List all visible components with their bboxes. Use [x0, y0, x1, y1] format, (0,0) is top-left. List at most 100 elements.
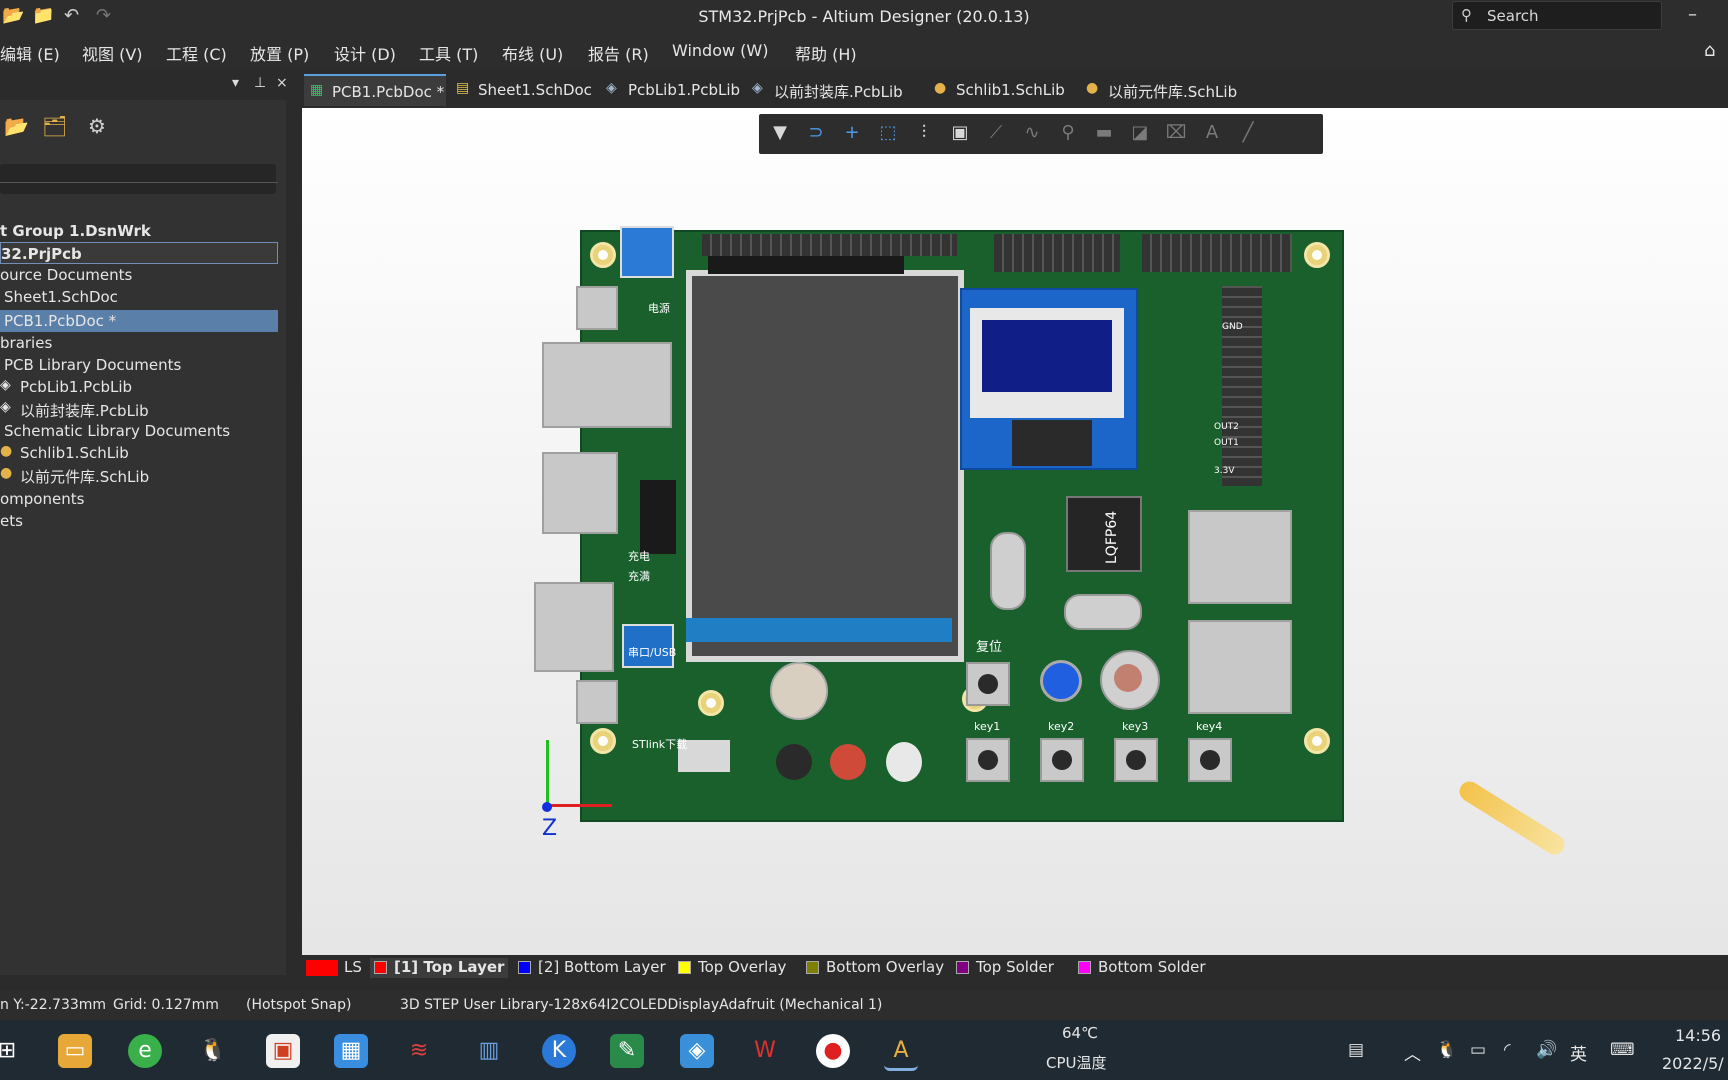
key2-button[interactable] [1040, 738, 1084, 782]
length-tune-icon[interactable]: ∿ [1019, 122, 1045, 146]
layer-bottom-solder[interactable]: Bottom Solder [1074, 958, 1210, 978]
clock-date[interactable]: 2022/5/ [1662, 1054, 1724, 1073]
tree-item-source-documents[interactable]: ource Documents [0, 264, 278, 286]
tree-item-old-schlib[interactable]: ● 以前元件库.SchLib [0, 464, 278, 486]
layer-top-overlay[interactable]: Top Overlay [674, 958, 792, 978]
snap-icon[interactable]: ⊃ [803, 122, 829, 146]
line-icon[interactable]: ╱ [1235, 122, 1261, 146]
select-rect-icon[interactable]: ⬚ [875, 122, 901, 146]
chevron-up-icon[interactable]: ︿ [1404, 1040, 1421, 1065]
keepout-icon[interactable]: ⌧ [1163, 122, 1189, 146]
app-icon[interactable]: ▣ [266, 1034, 300, 1068]
key3-button[interactable] [1114, 738, 1158, 782]
wps-icon[interactable]: W [748, 1034, 782, 1068]
tree-item-libraries[interactable]: braries [0, 332, 278, 354]
wifi-icon[interactable]: ◜ [1504, 1040, 1511, 1060]
app-icon[interactable]: ≋ [402, 1034, 436, 1068]
tree-item-pcb1[interactable]: PCB1.PcbDoc * [0, 310, 278, 332]
menu-project[interactable]: 工程 (C) [166, 41, 227, 65]
reset-button[interactable] [966, 662, 1010, 706]
align-icon[interactable]: ⫶ [911, 122, 937, 146]
route-icon[interactable]: ⟋ [983, 122, 1009, 146]
panel-menu-icon[interactable]: ▾ [232, 75, 239, 91]
label-power: 电源 [648, 302, 670, 315]
battery-icon[interactable]: ▭ [1470, 1040, 1486, 1060]
volume-icon[interactable]: 🔊 [1536, 1040, 1557, 1060]
via-icon[interactable]: ⚲ [1055, 122, 1081, 146]
fill-icon[interactable]: ▬ [1091, 122, 1117, 146]
menu-view[interactable]: 视图 (V) [82, 41, 143, 65]
z-axis [542, 802, 552, 812]
tab-old-pcblib[interactable]: ◈ 以前封装库.PcbLib [746, 74, 924, 104]
project-options-icon[interactable]: 🗂 [42, 114, 67, 138]
menu-help[interactable]: 帮助 (H) [795, 41, 857, 65]
pcb-3d-canvas[interactable]: ▼ ⊃ + ⬚ ⫶ ▣ ⟋ ∿ ⚲ ▬ ◪ ⌧ A ╱ LQFP64 电源 充电… [302, 108, 1728, 955]
bottom-overlay-swatch [806, 961, 819, 974]
tree-item-pcblib1[interactable]: ◈ PcbLib1.PcbLib [0, 376, 278, 398]
layer-bottom[interactable]: [2] Bottom Layer [514, 958, 666, 978]
key4-button[interactable] [1188, 738, 1232, 782]
power-switch[interactable] [620, 226, 674, 278]
tab-pcblib1[interactable]: ◈ PcbLib1.PcbLib [600, 74, 746, 104]
panel-search-input[interactable] [0, 164, 276, 194]
news-icon[interactable]: ▤ [1348, 1040, 1364, 1060]
record-icon[interactable]: ● [816, 1034, 850, 1068]
tab-old-schlib[interactable]: ● 以前元件库.SchLib [1080, 74, 1260, 104]
tab-pcb1[interactable]: ▦ PCB1.PcbDoc * [304, 74, 446, 106]
qq-icon[interactable]: 🐧 [196, 1034, 230, 1068]
tree-item-nets[interactable]: ets [0, 510, 278, 532]
minimize-button[interactable]: – [1688, 4, 1697, 25]
home-icon[interactable]: ⌂ [1704, 40, 1715, 61]
panel-close-icon[interactable]: × [276, 75, 288, 91]
text-icon[interactable]: A [1199, 122, 1225, 146]
layer-top-solder[interactable]: Top Solder [952, 958, 1064, 978]
tree-item-schematic-library-docs[interactable]: Schematic Library Documents [0, 420, 278, 442]
filter-icon[interactable]: ▼ [767, 122, 793, 146]
project-add-icon[interactable]: 📂 [4, 114, 29, 138]
browser-icon[interactable]: e [128, 1034, 162, 1068]
ime-indicator[interactable]: 英 [1570, 1040, 1587, 1065]
tree-item-old-pcblib[interactable]: ◈ 以前封装库.PcbLib [0, 398, 278, 420]
app-icon[interactable]: K [542, 1034, 576, 1068]
clock-time[interactable]: 14:56 [1675, 1026, 1721, 1045]
buzzer [770, 662, 828, 720]
keyboard-icon[interactable]: ⌨ [1610, 1040, 1635, 1060]
menu-reports[interactable]: 报告 (R) [588, 41, 649, 65]
altium-icon[interactable]: A [884, 1034, 918, 1071]
search-box[interactable]: ⚲ Search [1452, 1, 1662, 30]
menu-design[interactable]: 设计 (D) [334, 41, 396, 65]
taskview-icon[interactable]: ⊞ [0, 1034, 24, 1068]
pcb-board[interactable]: LQFP64 电源 充电 充满 串口/USB 复位 key1 key2 key3 [534, 226, 1344, 822]
gear-icon[interactable]: ⚙ [88, 114, 106, 138]
tree-item-sheet1[interactable]: Sheet1.SchDoc [0, 286, 278, 308]
layer-ls[interactable]: LS [304, 958, 366, 978]
chip-label: LQFP64 [1104, 510, 1120, 564]
key1-button[interactable] [966, 738, 1010, 782]
tree-item-schlib1[interactable]: ● Schlib1.SchLib [0, 442, 278, 464]
menu-route[interactable]: 布线 (U) [502, 41, 563, 65]
tab-schlib1[interactable]: ● Schlib1.SchLib [928, 74, 1076, 104]
app-icon[interactable]: ◈ [680, 1034, 714, 1068]
tree-item-pcb-library-docs[interactable]: PCB Library Documents [0, 354, 278, 376]
component-icon[interactable]: ▣ [947, 122, 973, 146]
app-icon[interactable]: ▥ [472, 1034, 506, 1068]
light-source-icon[interactable] [1455, 777, 1569, 859]
photos-icon[interactable]: ▦ [334, 1034, 368, 1068]
ir-led [886, 742, 922, 782]
tab-sheet1[interactable]: ▤ Sheet1.SchDoc [450, 74, 600, 104]
menu-tools[interactable]: 工具 (T) [419, 41, 478, 65]
tree-item-components[interactable]: omponents [0, 488, 278, 510]
qq-tray-icon[interactable]: 🐧 [1436, 1040, 1457, 1060]
tree-item-workspace[interactable]: t Group 1.DsnWrk [0, 220, 278, 242]
crosshair-icon[interactable]: + [839, 122, 865, 146]
menu-place[interactable]: 放置 (P) [250, 41, 309, 65]
app-icon[interactable]: ✎ [610, 1034, 644, 1068]
panel-pin-icon[interactable]: ⊥ [254, 75, 266, 91]
menu-window[interactable]: Window (W) [672, 41, 768, 60]
tree-item-project[interactable]: 32.PrjPcb [0, 242, 278, 264]
menu-edit[interactable]: 编辑 (E) [0, 41, 60, 65]
polygon-icon[interactable]: ◪ [1127, 122, 1153, 146]
layer-bottom-overlay[interactable]: Bottom Overlay [802, 958, 944, 978]
file-explorer-icon[interactable]: ▭ [58, 1034, 92, 1068]
layer-top[interactable]: [1] Top Layer [370, 958, 508, 978]
